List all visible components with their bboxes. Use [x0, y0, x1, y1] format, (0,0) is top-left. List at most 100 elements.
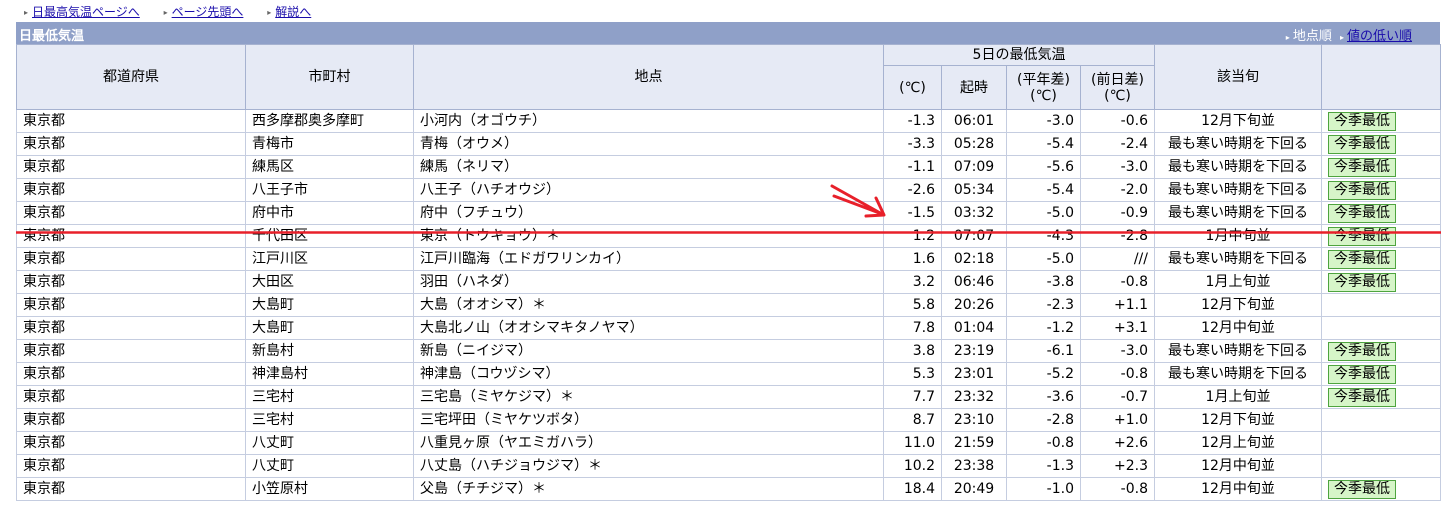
cell-min-temp: -3.3 [883, 132, 942, 156]
cell-period: 12月下旬並 [1154, 408, 1322, 432]
arrow-marker-icon: ▸ [267, 8, 272, 17]
cell-time: 07:07 [941, 224, 1007, 248]
link-max-temp-page[interactable]: 日最高気温ページへ [32, 5, 140, 19]
season-low-badge: 今季最低 [1328, 203, 1396, 223]
table-row: 東京都 江戸川区 江戸川臨海（エドガワリンカイ） 1.6 02:18 -5.0///最も寒… [16, 247, 1441, 271]
cell-station: 江戸川臨海（エドガワリンカイ） [413, 247, 884, 271]
cell-station: 神津島（コウヅシマ） [413, 362, 884, 386]
cell-time: 01:04 [941, 316, 1007, 340]
cell-station: 練馬（ネリマ） [413, 155, 884, 179]
cell-min-temp: 3.8 [883, 339, 942, 363]
cell-period: 1月上旬並 [1154, 270, 1322, 294]
season-low-badge: 今季最低 [1328, 111, 1396, 131]
season-low-badge: 今季最低 [1328, 226, 1396, 246]
cell-prefecture: 東京都 [16, 316, 246, 340]
cell-time: 20:26 [941, 293, 1007, 317]
cell-record [1321, 408, 1441, 432]
season-low-badge: 今季最低 [1328, 387, 1396, 407]
cell-min-temp: 5.3 [883, 362, 942, 386]
cell-city: 青梅市 [245, 132, 414, 156]
cell-period: 12月上旬並 [1154, 431, 1322, 455]
cell-prev-diff: /// [1080, 247, 1155, 271]
cell-prefecture: 東京都 [16, 293, 246, 317]
section-title: 日最低気温 [19, 29, 85, 44]
cell-time: 05:34 [941, 178, 1007, 202]
cell-normal-diff: -5.0 [1006, 247, 1081, 271]
sort-by-station: 地点順 [1292, 29, 1332, 44]
cell-record [1321, 316, 1441, 340]
cell-time: 02:18 [941, 247, 1007, 271]
cell-normal-diff: -5.0 [1006, 201, 1081, 225]
cell-period: 1月中旬並 [1154, 224, 1322, 248]
cell-city: 新島村 [245, 339, 414, 363]
header-temp-unit: (℃) [883, 65, 942, 110]
cell-city: 八丈町 [245, 431, 414, 455]
season-low-badge: 今季最低 [1328, 341, 1396, 361]
cell-time: 23:38 [941, 454, 1007, 478]
cell-station: 新島（ニイジマ） [413, 339, 884, 363]
cell-city: 三宅村 [245, 385, 414, 409]
cell-time: 23:01 [941, 362, 1007, 386]
cell-prefecture: 東京都 [16, 224, 246, 248]
cell-min-temp: 1.2 [883, 224, 942, 248]
top-navigation: ▸ 日最高気温ページへ ▸ ページ先頭へ ▸ 解説へ [24, 3, 331, 21]
cell-prev-diff: +1.1 [1080, 293, 1155, 317]
cell-min-temp: 7.7 [883, 385, 942, 409]
cell-min-temp: 3.2 [883, 270, 942, 294]
cell-city: 西多摩郡奥多摩町 [245, 109, 414, 133]
cell-prev-diff: -3.0 [1080, 155, 1155, 179]
table-row: 東京都 八王子市 八王子（ハチオウジ） -2.6 05:34 -5.4 -2.0 最も寒い時期… [16, 178, 1441, 202]
cell-min-temp: -1.5 [883, 201, 942, 225]
cell-station: 大島北ノ山（オオシマキタノヤマ） [413, 316, 884, 340]
link-explanation[interactable]: 解説へ [275, 5, 311, 19]
cell-prev-diff: -0.8 [1080, 362, 1155, 386]
cell-normal-diff: -3.0 [1006, 109, 1081, 133]
cell-normal-diff: -1.2 [1006, 316, 1081, 340]
link-page-top[interactable]: ページ先頭へ [172, 5, 244, 19]
cell-period: 12月下旬並 [1154, 293, 1322, 317]
arrow-marker-icon: ▸ [1339, 33, 1344, 42]
table-row: 東京都 八丈町 八重見ヶ原（ヤエミガハラ） 11.0 21:59 -0.8 +2.6 12月上… [16, 431, 1441, 455]
table-row: 東京都 青梅市 青梅（オウメ） -3.3 05:28 -5.4 -2.4 最も寒い時期を下回る… [16, 132, 1441, 156]
table-row: 東京都 神津島村 神津島（コウヅシマ） 5.3 23:01 -5.2 -0.8 最も寒い時期を… [16, 362, 1441, 386]
season-low-badge: 今季最低 [1328, 272, 1396, 292]
cell-time: 23:32 [941, 385, 1007, 409]
season-low-badge: 今季最低 [1328, 134, 1396, 154]
cell-record [1321, 293, 1441, 317]
cell-prefecture: 東京都 [16, 178, 246, 202]
cell-city: 八丈町 [245, 454, 414, 478]
cell-prefecture: 東京都 [16, 109, 246, 133]
sort-by-lowest-link[interactable]: 値の低い順 [1347, 29, 1412, 44]
season-low-badge: 今季最低 [1328, 180, 1396, 200]
cell-time: 23:10 [941, 408, 1007, 432]
cell-station: 小河内（オゴウチ） [413, 109, 884, 133]
cell-record: 今季最低 [1321, 155, 1441, 179]
cell-prefecture: 東京都 [16, 132, 246, 156]
cell-prev-diff: +3.1 [1080, 316, 1155, 340]
cell-min-temp: -2.6 [883, 178, 942, 202]
cell-normal-diff: -3.8 [1006, 270, 1081, 294]
arrow-marker-icon: ▸ [1285, 33, 1290, 42]
cell-station: 府中（フチュウ） [413, 201, 884, 225]
cell-record: 今季最低 [1321, 132, 1441, 156]
cell-prev-diff: -2.0 [1080, 178, 1155, 202]
table-row: 東京都 大田区 羽田（ハネダ） 3.2 06:46 -3.8 -0.8 1月上旬並 今季最低 [16, 270, 1441, 294]
cell-record: 今季最低 [1321, 201, 1441, 225]
cell-time: 03:32 [941, 201, 1007, 225]
cell-normal-diff: -5.4 [1006, 178, 1081, 202]
cell-record [1321, 431, 1441, 455]
cell-prev-diff: -0.8 [1080, 477, 1155, 501]
cell-period: 最も寒い時期を下回る [1154, 155, 1322, 179]
cell-record: 今季最低 [1321, 385, 1441, 409]
header-city: 市町村 [245, 44, 414, 110]
table-row: 東京都 三宅村 三宅坪田（ミヤケツボタ） 8.7 23:10 -2.8 +1.0 12月下旬並 [16, 408, 1441, 432]
cell-prev-diff: -0.9 [1080, 201, 1155, 225]
cell-min-temp: 10.2 [883, 454, 942, 478]
header-period: 該当旬 [1154, 44, 1322, 110]
cell-min-temp: 18.4 [883, 477, 942, 501]
cell-city: 大田区 [245, 270, 414, 294]
cell-normal-diff: -5.2 [1006, 362, 1081, 386]
cell-station: 三宅坪田（ミヤケツボタ） [413, 408, 884, 432]
cell-city: 練馬区 [245, 155, 414, 179]
cell-normal-diff: -3.6 [1006, 385, 1081, 409]
